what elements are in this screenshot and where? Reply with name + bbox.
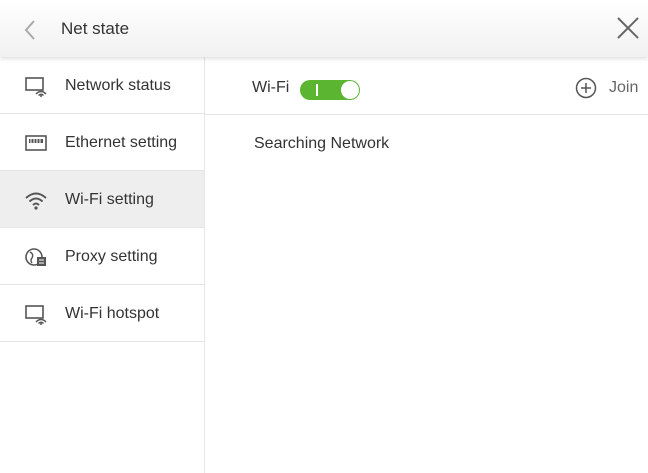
- sidebar-item-label: Proxy setting: [65, 248, 158, 265]
- sidebar-item-label: Network status: [65, 77, 171, 94]
- toggle-on-mark: [316, 84, 318, 96]
- sidebar: Network status Ethernet setting Wi-Fi se…: [0, 57, 205, 473]
- sidebar-item-label: Wi-Fi setting: [65, 191, 154, 208]
- network-status-icon: [25, 77, 47, 97]
- wifi-row: Wi-Fi Join: [205, 57, 648, 115]
- proxy-globe-icon: [25, 248, 46, 266]
- sidebar-item-ethernet-setting[interactable]: Ethernet setting: [0, 114, 204, 171]
- toggle-knob: [341, 81, 359, 99]
- close-icon[interactable]: [614, 14, 642, 42]
- chevron-left-icon[interactable]: [18, 16, 46, 44]
- plus-circle-icon: [575, 77, 597, 99]
- title-bar: Net state: [0, 0, 648, 57]
- sidebar-item-wifi-hotspot[interactable]: Wi-Fi hotspot: [0, 285, 204, 342]
- wifi-icon: [25, 192, 47, 210]
- sidebar-item-wifi-setting[interactable]: Wi-Fi setting: [0, 171, 204, 228]
- main-panel: Wi-Fi Join Searching Network: [205, 57, 648, 473]
- sidebar-item-label: Ethernet setting: [65, 134, 178, 151]
- join-label: Join: [609, 79, 639, 96]
- hotspot-icon: [25, 305, 47, 325]
- sidebar-item-label: Wi-Fi hotspot: [65, 305, 160, 322]
- wifi-label: Wi-Fi: [252, 79, 290, 96]
- searching-status-text: Searching Network: [254, 135, 390, 152]
- sidebar-item-network-status[interactable]: Network status: [0, 57, 204, 114]
- wifi-toggle[interactable]: [300, 80, 360, 100]
- page-title: Net state: [61, 19, 130, 38]
- sidebar-item-proxy-setting[interactable]: Proxy setting: [0, 228, 204, 285]
- ethernet-icon: [25, 135, 47, 151]
